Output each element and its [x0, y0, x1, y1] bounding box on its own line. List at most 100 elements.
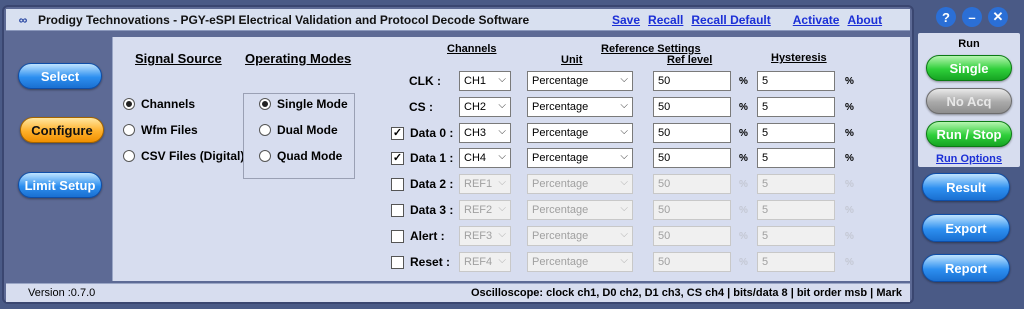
unit-select-value: Percentage	[532, 75, 589, 87]
configure-button[interactable]: Configure	[20, 117, 104, 143]
unit-select-value: Percentage	[532, 204, 589, 216]
chevron-down-icon: ⌵	[620, 100, 628, 111]
close-icon[interactable]: ✕	[988, 7, 1008, 27]
channel-select-value: REF2	[464, 204, 493, 216]
channel-select[interactable]: REF3 ⌵	[459, 226, 511, 246]
unit-select[interactable]: Percentage ⌵	[527, 123, 633, 143]
channel-row-label: ✓ Data 1 :	[391, 151, 453, 165]
ref-level-input[interactable]: 50	[653, 148, 731, 168]
channel-enable-checkbox[interactable]	[391, 203, 404, 217]
channel-select[interactable]: REF2 ⌵	[459, 200, 511, 220]
run-stop-button[interactable]: Run / Stop	[926, 121, 1012, 147]
title-bar: ∞ Prodigy Technovations - PGY-eSPI Elect…	[6, 9, 910, 31]
channel-enable-checkbox[interactable]	[391, 229, 404, 243]
help-icon[interactable]: ?	[936, 7, 956, 27]
limit-setup-button[interactable]: Limit Setup	[18, 172, 102, 198]
chevron-down-icon: ⌵	[620, 177, 628, 188]
result-button[interactable]: Result	[922, 173, 1010, 201]
unit-select[interactable]: Percentage ⌵	[527, 226, 633, 246]
channel-select[interactable]: REF4 ⌵	[459, 252, 511, 272]
app-logo-icon: ∞	[18, 12, 28, 27]
ref-level-input[interactable]: 50	[653, 123, 731, 143]
minimize-icon[interactable]: –	[962, 7, 982, 27]
hysteresis-input[interactable]: 5	[757, 226, 835, 246]
radio-wfm-files[interactable]: Wfm Files	[123, 123, 198, 137]
unit-select[interactable]: Percentage ⌵	[527, 148, 633, 168]
menu-activate[interactable]: Activate	[793, 13, 840, 27]
channel-label: Alert :	[410, 229, 445, 243]
channel-enable-checkbox[interactable]	[391, 177, 404, 191]
unit-select[interactable]: Percentage ⌵	[527, 252, 633, 272]
oscilloscope-status: Oscilloscope: clock ch1, D0 ch2, D1 ch3,…	[470, 287, 902, 299]
chevron-down-icon: ⌵	[620, 203, 628, 214]
menu-about[interactable]: About	[847, 13, 882, 27]
menu-bar: Save Recall Recall Default Activate Abou…	[612, 13, 890, 27]
unit-select[interactable]: Percentage ⌵	[527, 200, 633, 220]
hysteresis-input[interactable]: 5	[757, 97, 835, 117]
hysteresis-input[interactable]: 5	[757, 174, 835, 194]
channel-select[interactable]: CH1 ⌵	[459, 71, 511, 91]
chevron-down-icon: ⌵	[498, 74, 506, 85]
channel-select[interactable]: CH2 ⌵	[459, 97, 511, 117]
hysteresis-heading: Hysteresis	[771, 52, 827, 64]
unit-select[interactable]: Percentage ⌵	[527, 71, 633, 91]
radio-channels[interactable]: Channels	[123, 97, 195, 111]
export-button[interactable]: Export	[922, 214, 1010, 242]
hysteresis-input[interactable]: 5	[757, 252, 835, 272]
hysteresis-unit: %	[845, 153, 854, 164]
version-label: Version :0.7.0	[28, 287, 96, 299]
hysteresis-input[interactable]: 5	[757, 200, 835, 220]
channel-label: Data 2 :	[410, 177, 454, 191]
menu-recall[interactable]: Recall	[648, 13, 683, 27]
channel-select-value: CH1	[464, 75, 487, 87]
run-heading: Run	[958, 38, 980, 50]
hysteresis-unit: %	[845, 179, 854, 190]
channel-row-label: Data 3 :	[391, 203, 453, 217]
unit-select-value: Percentage	[532, 230, 589, 242]
chevron-down-icon: ⌵	[620, 255, 628, 266]
radio-label: Dual Mode	[277, 123, 338, 137]
channel-select[interactable]: REF1 ⌵	[459, 174, 511, 194]
ref-level-unit: %	[739, 102, 748, 113]
chevron-down-icon: ⌵	[498, 255, 506, 266]
channel-select[interactable]: CH3 ⌵	[459, 123, 511, 143]
unit-select-value: Percentage	[532, 256, 589, 268]
channel-enable-checkbox[interactable]: ✓	[391, 151, 404, 165]
channel-enable-checkbox[interactable]: ✓	[391, 126, 404, 140]
ref-level-input[interactable]: 50	[653, 174, 731, 194]
chevron-down-icon: ⌵	[498, 151, 506, 162]
ref-level-unit: %	[739, 179, 748, 190]
operating-modes-heading: Operating Modes	[245, 51, 352, 66]
menu-recall-default[interactable]: Recall Default	[691, 13, 770, 27]
unit-select[interactable]: Percentage ⌵	[527, 174, 633, 194]
no-acq-button[interactable]: No Acq	[926, 88, 1012, 114]
radio-icon	[259, 124, 271, 136]
chevron-down-icon: ⌵	[498, 126, 506, 137]
unit-select[interactable]: Percentage ⌵	[527, 97, 633, 117]
chevron-down-icon: ⌵	[620, 126, 628, 137]
chevron-down-icon: ⌵	[498, 100, 506, 111]
run-options-link[interactable]: Run Options	[918, 153, 1020, 165]
report-button[interactable]: Report	[922, 254, 1010, 282]
hysteresis-input[interactable]: 5	[757, 123, 835, 143]
unit-heading: Unit	[561, 54, 583, 66]
hysteresis-input[interactable]: 5	[757, 71, 835, 91]
radio-dual-mode[interactable]: Dual Mode	[259, 123, 338, 137]
hysteresis-input[interactable]: 5	[757, 148, 835, 168]
channel-select[interactable]: CH4 ⌵	[459, 148, 511, 168]
channel-label: Data 1 :	[410, 151, 454, 165]
menu-save[interactable]: Save	[612, 13, 640, 27]
ref-level-input[interactable]: 50	[653, 200, 731, 220]
radio-quad-mode[interactable]: Quad Mode	[259, 149, 342, 163]
ref-level-input[interactable]: 50	[653, 71, 731, 91]
channel-select-value: CH3	[464, 127, 487, 139]
signal-source-heading: Signal Source	[135, 51, 222, 66]
select-button[interactable]: Select	[18, 63, 102, 89]
channel-enable-checkbox[interactable]	[391, 255, 404, 269]
single-button[interactable]: Single	[926, 55, 1012, 81]
radio-csv-files[interactable]: CSV Files (Digital)	[123, 149, 244, 163]
radio-single-mode[interactable]: Single Mode	[259, 97, 348, 111]
ref-level-input[interactable]: 50	[653, 226, 731, 246]
ref-level-input[interactable]: 50	[653, 252, 731, 272]
ref-level-input[interactable]: 50	[653, 97, 731, 117]
